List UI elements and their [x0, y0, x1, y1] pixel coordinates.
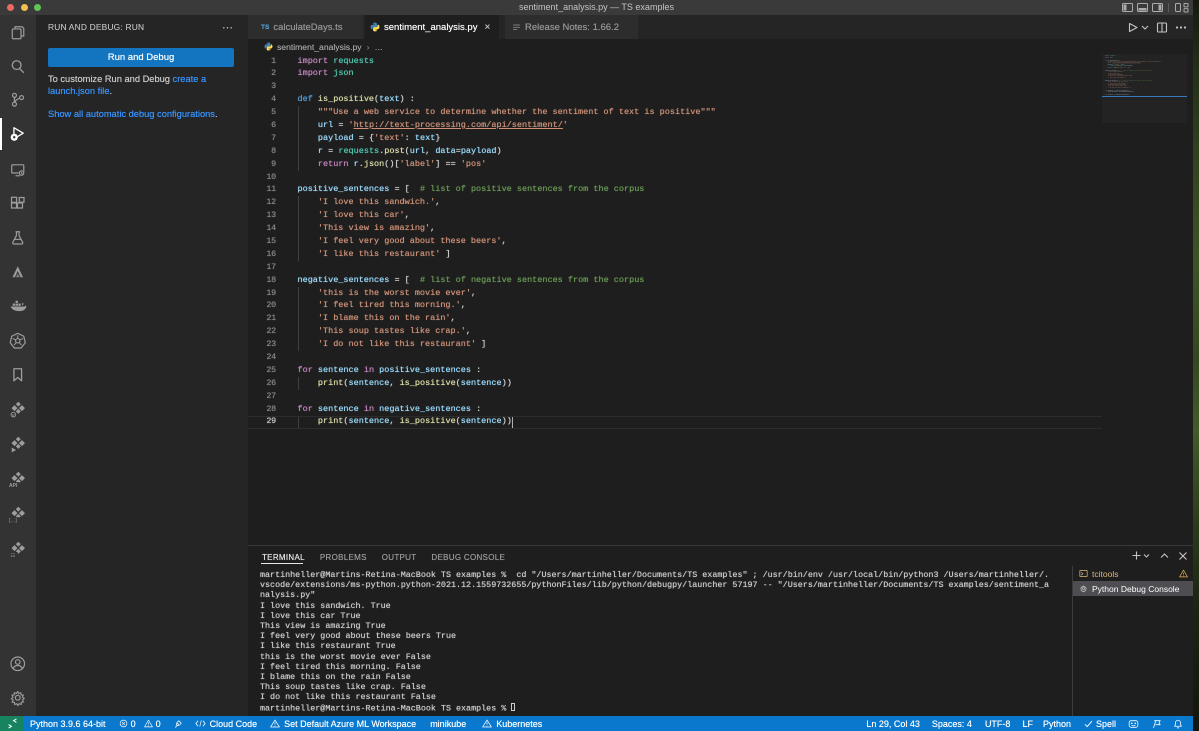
svg-text:☷: ☷	[11, 553, 16, 559]
svg-text:R: R	[12, 413, 15, 417]
svg-text:API: API	[9, 483, 18, 489]
svg-text:[…]: […]	[9, 518, 17, 524]
